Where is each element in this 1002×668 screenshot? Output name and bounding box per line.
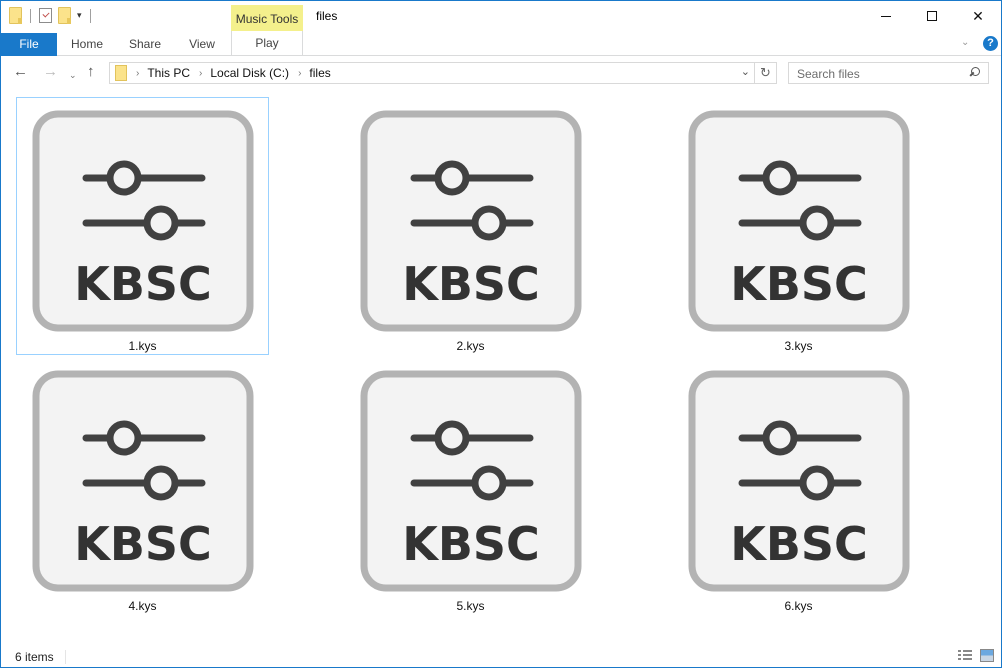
file-name: 3.kys (784, 339, 813, 353)
tab-view[interactable]: View (179, 33, 225, 56)
quick-access-toolbar: ▾ (9, 7, 93, 24)
music-tools-context-label: Music Tools (231, 5, 303, 31)
close-button[interactable]: ✕ (955, 1, 1001, 31)
search-icon[interactable] (970, 67, 980, 77)
maximize-icon (927, 11, 937, 21)
kbsc-file-icon: KBSC (360, 370, 582, 592)
checkmark-icon[interactable] (39, 8, 52, 23)
icon-label: KBSC (730, 257, 868, 311)
file-name: 5.kys (456, 599, 485, 613)
minimize-icon (881, 15, 891, 17)
file-item[interactable]: KBSC 4.kys (16, 357, 269, 615)
file-item[interactable]: KBSC 5.kys (344, 357, 597, 615)
breadcrumb-separator-icon[interactable]: › (298, 68, 301, 79)
properties-folder-icon[interactable] (9, 7, 22, 24)
title-bar: ▾ Music Tools files ✕ (1, 1, 1001, 31)
qat-separator (89, 8, 91, 23)
new-folder-icon[interactable] (58, 7, 71, 24)
icon-label: KBSC (402, 517, 540, 571)
minimize-button[interactable] (863, 1, 909, 31)
icon-label: KBSC (402, 257, 540, 311)
navigation-bar: ← → ⌄ ↑ › This PC › Local Disk (C:) › fi… (1, 57, 1001, 89)
breadcrumb-this-pc[interactable]: This PC (147, 66, 190, 80)
icon-label: KBSC (74, 517, 212, 571)
file-name: 1.kys (128, 339, 157, 353)
file-item[interactable]: KBSC 3.kys (672, 97, 925, 355)
qat-separator (30, 8, 31, 23)
kbsc-file-icon: KBSC (360, 110, 582, 332)
kbsc-file-icon: KBSC (32, 370, 254, 592)
tab-share[interactable]: Share (119, 33, 171, 56)
recent-locations-icon[interactable]: ⌄ (69, 67, 77, 83)
search-placeholder: Search files (797, 67, 860, 81)
file-item[interactable]: KBSC 1.kys (16, 97, 269, 355)
item-count: 6 items (15, 650, 54, 664)
address-bar[interactable]: › This PC › Local Disk (C:) › files ⌄ ↻ (109, 62, 777, 84)
up-arrow-icon[interactable]: ↑ (87, 64, 95, 80)
help-icon[interactable]: ? (983, 36, 998, 51)
customize-dropdown-icon[interactable]: ▾ (77, 11, 82, 20)
file-item[interactable]: KBSC 2.kys (344, 97, 597, 355)
close-icon: ✕ (972, 7, 984, 24)
breadcrumb-separator-icon[interactable]: › (199, 68, 202, 79)
refresh-icon[interactable]: ↻ (754, 63, 776, 83)
icon-label: KBSC (730, 517, 868, 571)
ribbon-tabs: File Home Share View Play ⌄ ? (1, 31, 1001, 56)
file-name: 2.kys (456, 339, 485, 353)
expand-ribbon-icon[interactable]: ⌄ (961, 37, 969, 48)
kbsc-file-icon: KBSC (32, 110, 254, 332)
icon-label: KBSC (74, 257, 212, 311)
details-view-icon[interactable] (958, 650, 972, 662)
forward-arrow-icon[interactable]: → (43, 64, 58, 80)
folder-icon (115, 65, 127, 81)
file-name: 6.kys (784, 599, 813, 613)
kbsc-file-icon: KBSC (688, 370, 910, 592)
search-input[interactable]: Search files (788, 62, 989, 84)
address-dropdown-icon[interactable]: ⌄ (741, 65, 750, 78)
file-item[interactable]: KBSC 6.kys (672, 357, 925, 615)
file-name: 4.kys (128, 599, 157, 613)
tab-home[interactable]: Home (61, 33, 113, 56)
large-icons-view-icon[interactable] (980, 649, 994, 662)
status-bar: 6 items (1, 645, 1001, 667)
explorer-window: ▾ Music Tools files ✕ File Home Share Vi… (0, 0, 1002, 668)
window-title: files (316, 9, 338, 23)
back-arrow-icon[interactable]: ← (13, 64, 28, 80)
maximize-button[interactable] (909, 1, 955, 31)
tab-play[interactable]: Play (231, 31, 303, 56)
kbsc-file-icon: KBSC (688, 110, 910, 332)
breadcrumb-files[interactable]: files (309, 66, 330, 80)
file-view: KBSC 1.kys KBSC 2.kys KBSC 3.kys KBSC 4.kys KBSC… (1, 91, 1001, 643)
tab-file[interactable]: File (1, 33, 57, 56)
status-divider (65, 650, 66, 664)
breadcrumb-local-disk[interactable]: Local Disk (C:) (210, 66, 289, 80)
breadcrumb-separator-icon[interactable]: › (136, 68, 139, 79)
